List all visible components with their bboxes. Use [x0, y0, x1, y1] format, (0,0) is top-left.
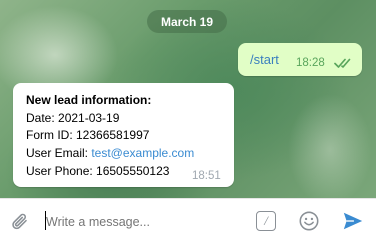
send-icon[interactable] — [342, 210, 364, 232]
lead-date: Date: 2021-03-19 — [26, 111, 120, 125]
command-symbol: / — [264, 213, 268, 228]
date-separator: March 19 — [147, 10, 227, 33]
outgoing-message[interactable]: /start 18:28 — [238, 43, 362, 76]
incoming-message[interactable]: New lead information: Date: 2021-03-19 F… — [13, 83, 234, 187]
date-label: March 19 — [160, 14, 214, 29]
lead-heading: New lead information: — [26, 93, 152, 107]
lead-phone: User Phone: 16505550123 — [26, 164, 170, 178]
lead-form-id: Form ID: 12366581997 — [26, 128, 150, 142]
chat-background: March 19 /start 18:28 New lead informati… — [0, 0, 376, 198]
lead-email-link[interactable]: test@example.com — [91, 146, 194, 160]
emoji-icon[interactable] — [298, 210, 320, 232]
outgoing-message-time: 18:28 — [296, 57, 325, 69]
paperclip-icon[interactable] — [10, 211, 32, 233]
message-input[interactable] — [46, 213, 236, 231]
message-composer: / — [0, 198, 376, 243]
incoming-message-time: 18:51 — [192, 170, 221, 182]
lead-email-label: User Email: — [26, 146, 92, 160]
slash-command-icon[interactable]: / — [256, 211, 276, 231]
outgoing-message-text[interactable]: /start — [250, 52, 279, 67]
double-check-icon — [334, 58, 351, 68]
lead-email-line: User Email: test@example.com — [26, 146, 194, 160]
